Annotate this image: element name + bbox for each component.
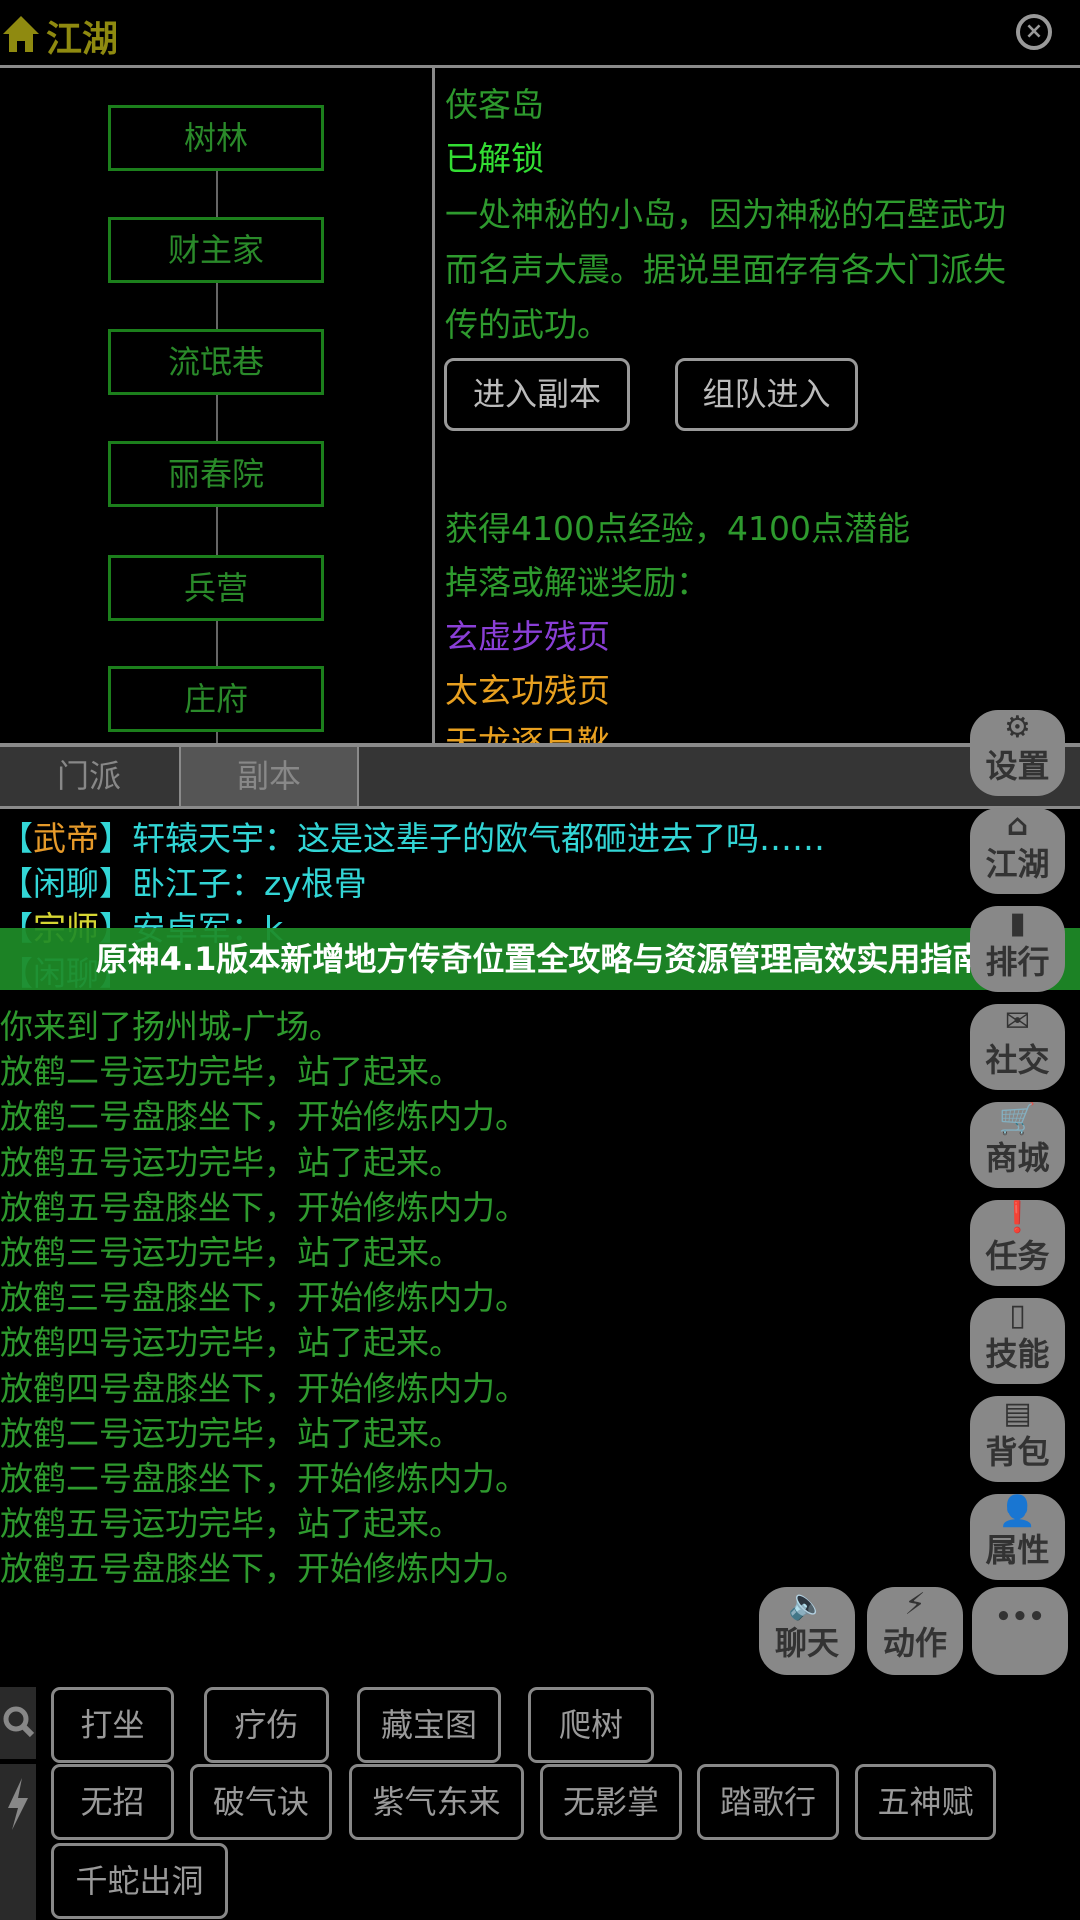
side-button-cart[interactable]: 🛒 商城 (970, 1102, 1065, 1188)
description-line: 而名声大震。据说里面存有各大门派失 (445, 250, 1006, 289)
system-message: 放鹤二号运功完毕，站了起来。 (0, 1413, 462, 1453)
book-icon: ▯ (1009, 1298, 1026, 1333)
skill-button[interactable]: 藏宝图 (357, 1687, 501, 1763)
map-node[interactable]: 庄府 (108, 666, 324, 732)
search-icon (3, 1706, 35, 1738)
side-button-label: 商城 (985, 1139, 1050, 1177)
mail-icon: ✉ (1004, 1004, 1031, 1039)
briefcase-icon: ▤ (1003, 1396, 1032, 1431)
skill-button[interactable]: 五神赋 (855, 1764, 996, 1840)
bottom-button-label: 聊天 (774, 1624, 839, 1662)
bracket: 】 (99, 819, 132, 858)
side-button-label: 属性 (985, 1531, 1050, 1569)
tab-sect[interactable]: 门派 (0, 747, 178, 806)
more-icon: ••• (995, 1602, 1045, 1632)
home-icon (3, 16, 39, 52)
team-enter-button[interactable]: 组队进入 (675, 358, 858, 431)
system-message: 放鹤五号盘膝坐下，开始修炼内力。 (0, 1187, 528, 1227)
side-button-label: 排行 (985, 943, 1050, 981)
skill-button[interactable]: 打坐 (51, 1687, 174, 1763)
dungeon-name: 侠客岛 (445, 85, 544, 124)
alert-icon: ❗ (998, 1200, 1037, 1235)
header: 江湖 × (0, 0, 1080, 68)
cart-icon: 🛒 (998, 1102, 1037, 1137)
speaker-icon: 🔈 (788, 1587, 826, 1622)
system-message: 放鹤三号运功完毕，站了起来。 (0, 1233, 462, 1272)
lightning-button[interactable]: ⚡ 动作 (867, 1587, 963, 1675)
side-button-mail[interactable]: ✉ 社交 (970, 1004, 1065, 1090)
close-icon[interactable]: × (1016, 14, 1052, 50)
person-icon: 👤 (998, 1494, 1037, 1529)
system-message: 放鹤五号运功完毕，站了起来。 (0, 1504, 462, 1544)
skill-button[interactable]: 破气诀 (190, 1764, 332, 1840)
side-button-label: 背包 (985, 1433, 1050, 1471)
tab-bar: 门派 副本 (0, 743, 1080, 809)
chat-line: 【闲聊】卧江子：zy根骨 (0, 857, 367, 905)
drop-item: 玄虚步残页 (445, 617, 610, 656)
system-message: 放鹤四号盘膝坐下，开始修炼内力。 (0, 1368, 528, 1408)
map-node[interactable]: 树林 (108, 105, 324, 171)
side-button-label: 设置 (985, 747, 1050, 785)
system-message: 放鹤四号运功完毕，站了起来。 (0, 1323, 462, 1363)
map-node[interactable]: 兵营 (108, 555, 324, 621)
skill-button[interactable]: 无影掌 (540, 1764, 682, 1840)
chat-line: 【武帝】轩辕天宇：这是这辈子的欧气都砸进去了吗…… (0, 812, 825, 860)
drop-item: 太玄功残页 (445, 671, 610, 710)
gear-icon: ⚙ (1004, 710, 1031, 745)
speaker-button[interactable]: 🔈 聊天 (759, 1587, 855, 1675)
side-button-gear[interactable]: ⚙ 设置 (970, 710, 1065, 796)
side-button-alert[interactable]: ❗ 任务 (970, 1200, 1065, 1286)
map-node[interactable]: 流氓巷 (108, 329, 324, 395)
side-button-home[interactable]: ⌂ 江湖 (970, 808, 1065, 894)
skill-button[interactable]: 无招 (51, 1764, 174, 1840)
chat-message: 卧江子：zy根骨 (132, 864, 367, 903)
bracket: 】 (99, 864, 132, 903)
bracket: 【 (0, 819, 33, 858)
side-button-label: 技能 (985, 1335, 1050, 1373)
skill-button[interactable]: 疗伤 (204, 1687, 329, 1763)
banner: 原神4.1版本新增地方传奇位置全攻略与资源管理高效实用指南 (0, 928, 1080, 990)
channel-tag[interactable]: 闲聊 (33, 864, 99, 903)
lightning-icon (8, 1778, 28, 1830)
side-button-person[interactable]: 👤 属性 (970, 1494, 1065, 1580)
tab-dungeon[interactable]: 副本 (179, 747, 359, 806)
map-node[interactable]: 丽春院 (108, 441, 324, 507)
system-message: 放鹤五号盘膝坐下，开始修炼内力。 (0, 1549, 528, 1589)
channel-tag[interactable]: 武帝 (33, 819, 99, 858)
system-message: 你来到了扬州城-广场。 (0, 1007, 342, 1046)
home-icon: ⌂ (1006, 808, 1029, 843)
unlock-status: 已解锁 (445, 139, 544, 178)
side-button-label: 任务 (985, 1237, 1050, 1275)
skill-button[interactable]: 紫气东来 (349, 1764, 524, 1840)
enter-dungeon-button[interactable]: 进入副本 (444, 358, 630, 431)
side-button-bar-chart[interactable]: ▮ 排行 (970, 906, 1065, 992)
chat-message: 轩辕天宇：这是这辈子的欧气都砸进去了吗…… (132, 819, 825, 858)
more-button[interactable]: ••• (972, 1587, 1068, 1675)
description-line: 一处神秘的小岛，因为神秘的石壁武功 (445, 195, 1006, 234)
page-title: 江湖 (46, 19, 119, 60)
panel-divider (432, 68, 435, 743)
skills-tab[interactable] (0, 1764, 36, 1920)
side-button-label: 江湖 (985, 845, 1050, 883)
bottom-button-label: 动作 (882, 1624, 947, 1662)
system-message: 放鹤五号运功完毕，站了起来。 (0, 1142, 462, 1182)
bar-chart-icon: ▮ (1009, 906, 1026, 941)
map-node[interactable]: 财主家 (108, 217, 324, 283)
side-button-label: 社交 (985, 1041, 1050, 1079)
system-message: 放鹤二号盘膝坐下，开始修炼内力。 (0, 1097, 528, 1137)
system-message: 放鹤二号运功完毕，站了起来。 (0, 1052, 462, 1092)
lightning-icon: ⚡ (904, 1587, 926, 1622)
search-tab[interactable] (0, 1687, 36, 1759)
drops-label: 掉落或解谜奖励： (445, 563, 709, 602)
bracket: 【 (0, 864, 33, 903)
side-button-book[interactable]: ▯ 技能 (970, 1298, 1065, 1384)
skill-button[interactable]: 踏歌行 (697, 1764, 839, 1840)
description-line: 传的武功。 (445, 305, 610, 344)
reward-text: 获得4100点经验，4100点潜能 (445, 509, 910, 548)
skill-button[interactable]: 爬树 (528, 1687, 654, 1763)
system-message: 放鹤二号盘膝坐下，开始修炼内力。 (0, 1459, 528, 1498)
side-button-briefcase[interactable]: ▤ 背包 (970, 1396, 1065, 1482)
skill-button[interactable]: 千蛇出洞 (51, 1843, 228, 1919)
system-message: 放鹤三号盘膝坐下，开始修炼内力。 (0, 1278, 528, 1318)
